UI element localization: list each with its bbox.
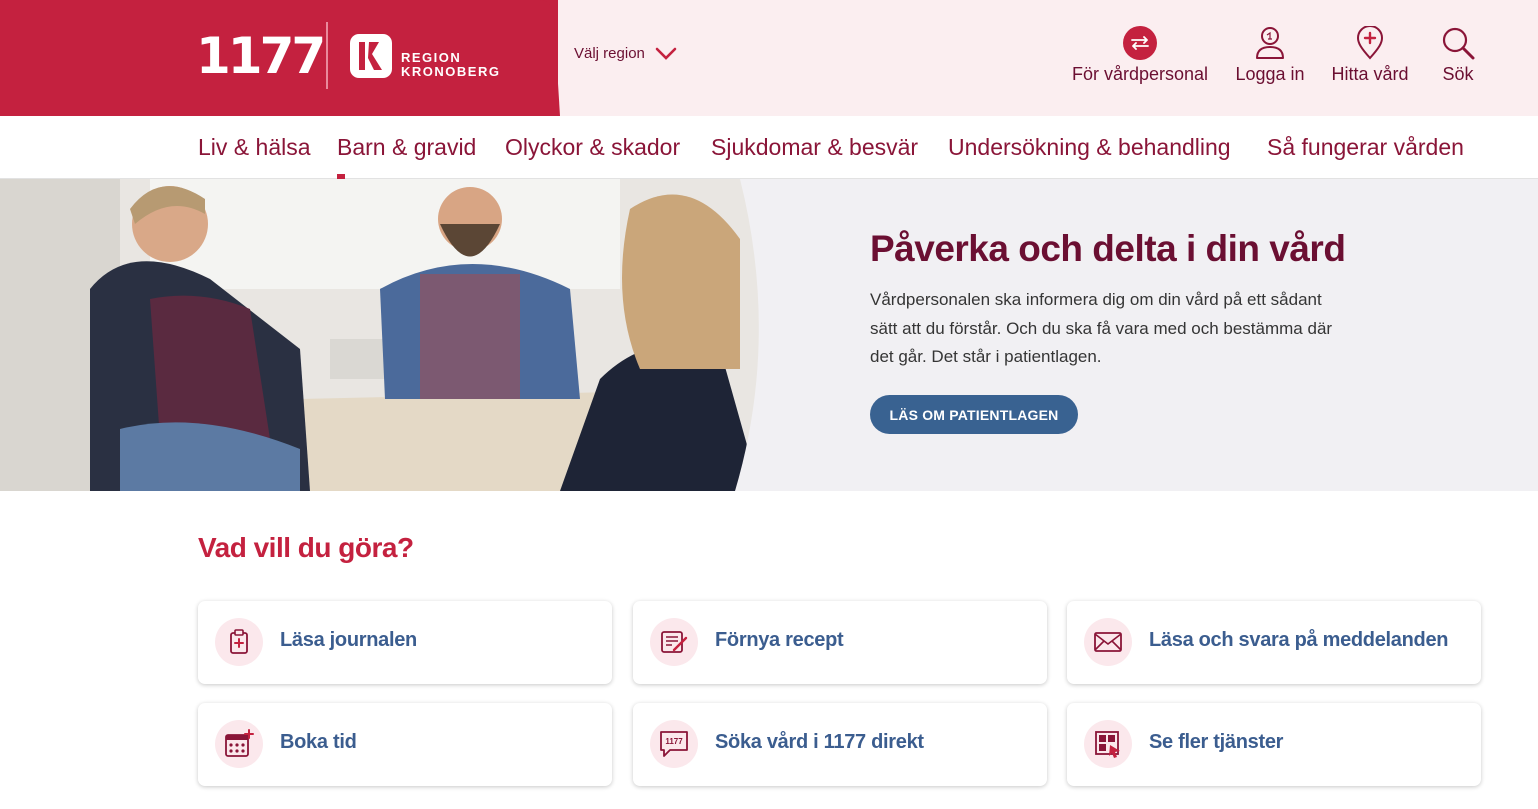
login-link[interactable]: Logga in: [1232, 26, 1308, 85]
services-title: Vad vill du göra?: [198, 532, 414, 563]
hero-photo: [0, 179, 759, 491]
find-care-link[interactable]: Hitta vård: [1326, 26, 1414, 85]
service-card-label: Söka vård i 1177 direkt: [715, 731, 924, 753]
svg-text:1177: 1177: [665, 737, 683, 746]
brand-panel-curve: [520, 0, 560, 116]
main-navigation: Liv & hälsa Barn & gravid Olyckor & skad…: [0, 116, 1538, 179]
service-card-label: Förnya recept: [715, 629, 844, 651]
region-kronoberg-logo-icon: [350, 34, 392, 78]
clipboard-cross-icon: [215, 618, 263, 666]
service-card-renew-prescription[interactable]: Förnya recept: [633, 601, 1047, 684]
region-logo-text: REGION KRONOBERG: [401, 51, 500, 78]
service-card-book-appointment[interactable]: Boka tid: [198, 703, 612, 786]
logo-1177[interactable]: 1177: [196, 28, 326, 84]
hero-banner: Påverka och delta i din vård Vårdpersona…: [0, 179, 1538, 491]
region-logo-line2: KRONOBERG: [401, 64, 501, 79]
for-staff-label: För vårdpersonal: [1071, 64, 1209, 84]
grid-cursor-icon: [1084, 720, 1132, 768]
find-care-label: Hitta vård: [1331, 64, 1409, 84]
nav-item-sa-fungerar-varden[interactable]: Så fungerar vården: [1267, 133, 1464, 161]
nav-item-undersokning-behandling[interactable]: Undersökning & behandling: [948, 133, 1231, 161]
nav-item-sjukdomar-besvar[interactable]: Sjukdomar & besvär: [711, 133, 918, 161]
prescription-pen-icon: [650, 618, 698, 666]
service-card-label: Läsa och svara på meddelanden: [1149, 629, 1449, 651]
search-icon: [1442, 27, 1475, 60]
search-label: Sök: [1442, 64, 1474, 84]
region-select[interactable]: Välj region: [574, 45, 677, 62]
service-card-label: Boka tid: [280, 731, 357, 753]
hero-text: Vårdpersonalen ska informera dig om din …: [870, 290, 1333, 366]
logo-divider: [326, 22, 328, 89]
nav-item-liv-halsa[interactable]: Liv & hälsa: [198, 133, 311, 161]
service-card-label: Se fler tjänster: [1149, 731, 1284, 753]
site-header: 1177 REGION KRONOBERG Välj region För vå…: [0, 0, 1538, 116]
chevron-down-icon: [655, 47, 677, 60]
service-card-1177-direkt[interactable]: 1177 Söka vård i 1177 direkt: [633, 703, 1047, 786]
login-label: Logga in: [1235, 64, 1305, 84]
user-icon: [1256, 27, 1284, 59]
region-select-label: Välj region: [574, 45, 645, 62]
service-card-label: Läsa journalen: [280, 629, 417, 651]
read-patient-law-button[interactable]: LÄS OM PATIENTLAGEN: [870, 395, 1078, 434]
service-card-more-services[interactable]: Se fler tjänster: [1067, 703, 1481, 786]
chat-1177-icon: 1177: [650, 720, 698, 768]
region-logo-line1: REGION: [401, 50, 462, 65]
service-card-read-journal[interactable]: Läsa journalen: [198, 601, 612, 684]
nav-item-barn-gravid[interactable]: Barn & gravid: [337, 133, 476, 179]
envelope-icon: [1084, 618, 1132, 666]
calendar-plus-icon: [215, 720, 263, 768]
nav-item-olyckor-skador[interactable]: Olyckor & skador: [505, 133, 680, 161]
swap-arrows-icon: [1123, 26, 1157, 60]
hero-title: Påverka och delta i din vård: [870, 228, 1346, 269]
for-staff-link[interactable]: För vårdpersonal: [1067, 26, 1213, 85]
service-card-messages[interactable]: Läsa och svara på meddelanden: [1067, 601, 1481, 684]
search-link[interactable]: Sök: [1440, 26, 1476, 85]
location-pin-cross-icon: [1356, 26, 1384, 60]
